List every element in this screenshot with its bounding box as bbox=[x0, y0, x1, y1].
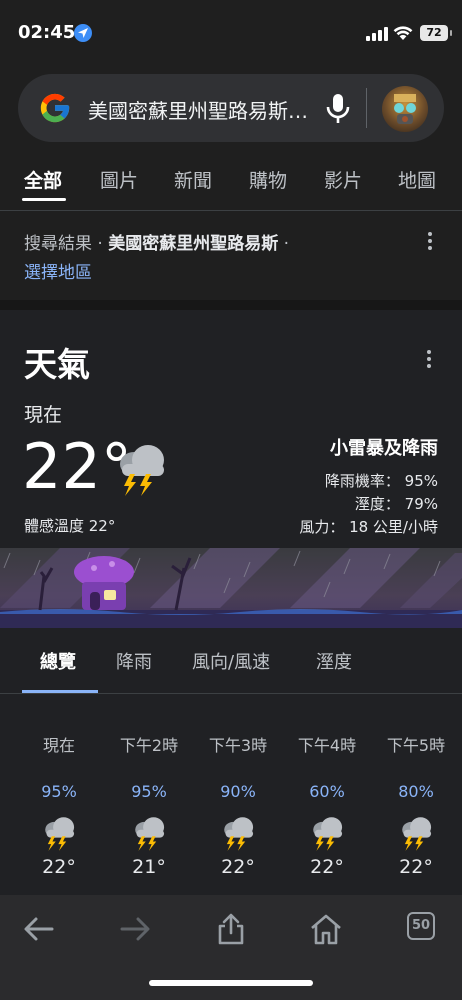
weather-tabs-divider bbox=[0, 693, 462, 694]
hour-precip: 80% bbox=[398, 782, 434, 801]
hour-label: 下午4時 bbox=[297, 736, 357, 755]
tab-news[interactable]: 新聞 bbox=[174, 166, 212, 193]
tab-all[interactable]: 全部 bbox=[24, 166, 62, 193]
thunderstorm-icon bbox=[402, 817, 432, 851]
wifi-icon bbox=[393, 26, 413, 40]
results-location: 美國密蘇里州聖路易斯 bbox=[108, 234, 279, 254]
forward-arrow-icon[interactable] bbox=[118, 913, 152, 945]
status-time: 02:45 bbox=[18, 22, 76, 43]
tab-maps[interactable]: 地圖 bbox=[398, 166, 436, 193]
choose-region-link[interactable]: 選擇地區 bbox=[24, 263, 92, 283]
active-tab-indicator bbox=[22, 198, 66, 201]
hour-temperature: 22° bbox=[399, 856, 433, 878]
section-gap bbox=[0, 300, 462, 310]
back-arrow-icon[interactable] bbox=[22, 913, 56, 945]
weather-now-label: 現在 bbox=[24, 404, 63, 426]
search-bar[interactable]: 美國密蘇里州聖路易斯天氣 bbox=[18, 74, 444, 142]
hour-precip: 90% bbox=[220, 782, 256, 801]
wind-speed: 風力： 18 公里/小時 bbox=[299, 518, 438, 536]
thunderstorm-icon bbox=[224, 817, 254, 851]
weather-illustration bbox=[0, 548, 462, 628]
share-icon[interactable] bbox=[214, 913, 248, 945]
status-bar: 02:45 72 bbox=[0, 0, 462, 64]
cellular-signal-icon bbox=[366, 27, 388, 41]
hour-precip: 60% bbox=[309, 782, 345, 801]
hour-temperature: 22° bbox=[42, 856, 76, 878]
avatar[interactable] bbox=[382, 86, 428, 132]
hourly-item[interactable]: 下午4時 60% 22° bbox=[282, 732, 372, 878]
thunderstorm-icon bbox=[135, 817, 165, 851]
hourly-item[interactable]: 現在 95% 22° bbox=[14, 732, 104, 878]
humidity: 溼度： 79% bbox=[354, 495, 438, 513]
hour-temperature: 22° bbox=[310, 856, 344, 878]
feels-like: 體感溫度 22° bbox=[24, 517, 116, 535]
hour-label: 下午3時 bbox=[208, 736, 268, 755]
hour-temperature: 22° bbox=[221, 856, 255, 878]
hourly-item[interactable]: 下午3時 90% 22° bbox=[193, 732, 283, 878]
thunderstorm-icon bbox=[120, 445, 164, 496]
hour-label: 下午2時 bbox=[119, 736, 179, 755]
results-prefix: 搜尋結果 bbox=[24, 234, 92, 254]
weather-tab-humidity[interactable]: 溼度 bbox=[316, 648, 352, 674]
search-tabs: 全部 圖片 新聞 購物 影片 地圖 bbox=[0, 166, 462, 206]
tab-count-button[interactable]: 50 bbox=[407, 912, 435, 940]
thunderstorm-icon bbox=[45, 817, 75, 851]
weather-tab-overview[interactable]: 總覽 bbox=[40, 648, 76, 674]
hour-label: 現在 bbox=[42, 736, 75, 755]
home-indicator bbox=[149, 980, 313, 986]
results-separator: · bbox=[92, 234, 109, 254]
weather-tab-precipitation[interactable]: 降雨 bbox=[116, 648, 152, 674]
tab-videos[interactable]: 影片 bbox=[324, 166, 362, 193]
hourly-item[interactable]: 下午5時 80% 22° bbox=[371, 732, 461, 878]
microphone-icon[interactable] bbox=[323, 92, 353, 124]
google-logo-icon bbox=[40, 93, 70, 123]
weather-title: 天氣 bbox=[24, 345, 90, 384]
tab-images[interactable]: 圖片 bbox=[100, 166, 138, 193]
weather-more-icon[interactable] bbox=[426, 350, 432, 372]
results-separator-2: · bbox=[278, 234, 290, 254]
thunderstorm-icon bbox=[313, 817, 343, 851]
search-query[interactable]: 美國密蘇里州聖路易斯天氣 bbox=[88, 95, 308, 124]
home-icon[interactable] bbox=[309, 913, 343, 945]
hour-precip: 95% bbox=[41, 782, 77, 801]
precipitation-chance: 降雨機率： 95% bbox=[324, 472, 438, 490]
weather-tab-wind[interactable]: 風向/風速 bbox=[192, 648, 270, 674]
tabs-divider bbox=[0, 210, 462, 211]
hour-label: 下午5時 bbox=[386, 736, 446, 755]
tab-shopping[interactable]: 購物 bbox=[249, 166, 287, 193]
search-divider bbox=[366, 88, 367, 128]
battery-indicator: 72 bbox=[420, 25, 452, 41]
results-location-header: 搜尋結果 · 美國密蘇里州聖路易斯 · 選擇地區 bbox=[24, 230, 414, 288]
results-more-icon[interactable] bbox=[427, 232, 433, 254]
hourly-item[interactable]: 下午2時 95% 21° bbox=[104, 732, 194, 878]
hour-precip: 95% bbox=[131, 782, 167, 801]
weather-condition: 小雷暴及降雨 bbox=[330, 438, 438, 459]
hour-temperature: 21° bbox=[132, 856, 166, 878]
location-arrow-icon bbox=[74, 24, 92, 42]
